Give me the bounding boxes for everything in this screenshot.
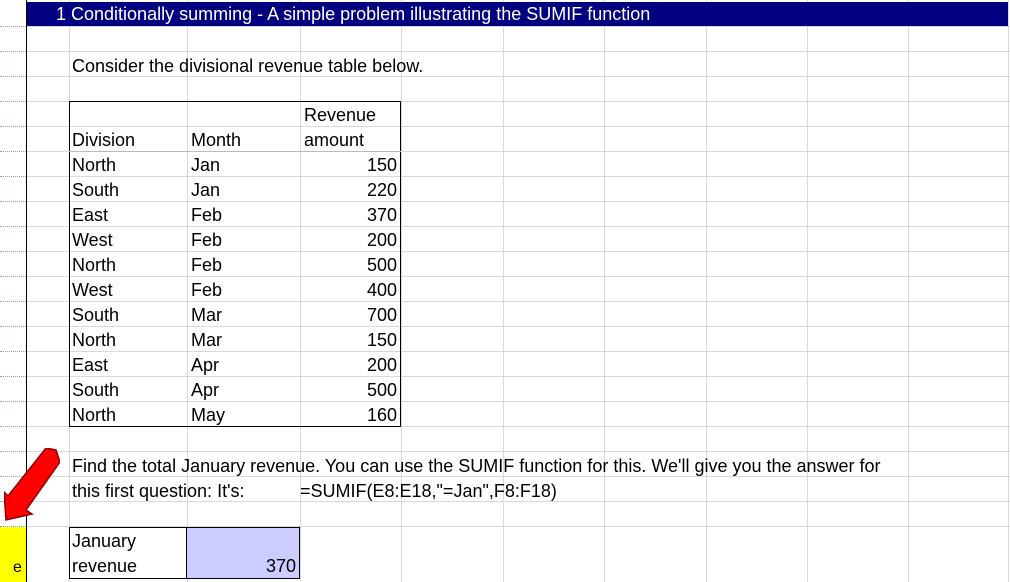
answer-value-cell[interactable]: 370 (187, 554, 296, 579)
cell-division[interactable]: North (72, 253, 116, 278)
red-arrow-icon (4, 448, 60, 521)
grid-column-line (807, 0, 808, 582)
cell-division[interactable]: West (72, 228, 113, 253)
cell-division[interactable]: East (72, 203, 108, 228)
grid-column-line (604, 0, 605, 582)
grid-row-line (26, 26, 1010, 27)
cell-revenue[interactable]: 150 (300, 153, 397, 178)
intro-text[interactable]: Consider the divisional revenue table be… (72, 54, 423, 79)
grid-row-line (26, 451, 1010, 452)
question-line1[interactable]: Find the total January revenue. You can … (72, 454, 881, 479)
cell-month[interactable]: Feb (191, 253, 222, 278)
cell-division[interactable]: South (72, 178, 119, 203)
cell-division[interactable]: West (72, 278, 113, 303)
cell-month[interactable]: Jan (191, 153, 220, 178)
header-revenue-line2[interactable]: amount (304, 128, 364, 153)
cell-revenue[interactable]: 200 (300, 228, 397, 253)
cell-month[interactable]: Feb (191, 203, 222, 228)
row-header-line (0, 276, 26, 277)
cell-revenue[interactable]: 160 (300, 403, 397, 428)
grid-column-line (706, 0, 707, 582)
row-header-line (0, 126, 26, 127)
row-header-line (0, 101, 26, 102)
row-header-line (0, 376, 26, 377)
cell-revenue[interactable]: 500 (300, 378, 397, 403)
cell-division[interactable]: North (72, 153, 116, 178)
row-header-line (0, 401, 26, 402)
row-header-line (0, 176, 26, 177)
cell-revenue[interactable]: 370 (300, 203, 397, 228)
cell-division[interactable]: East (72, 353, 108, 378)
row-header-line (0, 301, 26, 302)
cell-revenue[interactable]: 500 (300, 253, 397, 278)
cell-revenue[interactable]: 400 (300, 278, 397, 303)
row-header-line (0, 51, 26, 52)
cell-revenue[interactable]: 200 (300, 353, 397, 378)
row-header-line (0, 226, 26, 227)
title-bar[interactable]: 1 Conditionally summing - A simple probl… (27, 2, 1008, 26)
row-header-line (0, 426, 26, 427)
spreadsheet: 1 Conditionally summing - A simple probl… (0, 0, 1010, 582)
row-header-line (0, 326, 26, 327)
answer-label-line1[interactable]: January (72, 529, 136, 554)
row-header-letter: e (13, 559, 22, 576)
cell-revenue[interactable]: 700 (300, 303, 397, 328)
row-header-line (0, 151, 26, 152)
cell-month[interactable]: Apr (191, 353, 219, 378)
header-revenue-line1[interactable]: Revenue (304, 103, 376, 128)
answer-label-line2[interactable]: revenue (72, 554, 137, 579)
grid-column-line (908, 0, 909, 582)
cell-month[interactable]: Jan (191, 178, 220, 203)
cell-division[interactable]: North (72, 403, 116, 428)
cell-month[interactable]: Feb (191, 278, 222, 303)
row-header-line (0, 201, 26, 202)
cell-revenue[interactable]: 220 (300, 178, 397, 203)
cell-month[interactable]: Apr (191, 378, 219, 403)
cell-division[interactable]: South (72, 303, 119, 328)
grid-column-line (1008, 0, 1009, 582)
grid-row-line (26, 51, 1010, 52)
cell-revenue[interactable]: 150 (300, 328, 397, 353)
cell-division[interactable]: North (72, 328, 116, 353)
cell-month[interactable]: Mar (191, 303, 222, 328)
question-line2[interactable]: this first question: It's: (72, 479, 245, 504)
formula-text[interactable]: =SUMIF(E8:E18,"=Jan",F8:F18) (300, 479, 557, 504)
row-header-line (0, 351, 26, 352)
cell-division[interactable]: South (72, 378, 119, 403)
cell-month[interactable]: Mar (191, 328, 222, 353)
cell-month[interactable]: Feb (191, 228, 222, 253)
row-header-line (0, 26, 26, 27)
header-month[interactable]: Month (191, 128, 241, 153)
cell-month[interactable]: May (191, 403, 225, 428)
row-header-line (0, 251, 26, 252)
header-division[interactable]: Division (72, 128, 135, 153)
row-header-line (0, 76, 26, 77)
